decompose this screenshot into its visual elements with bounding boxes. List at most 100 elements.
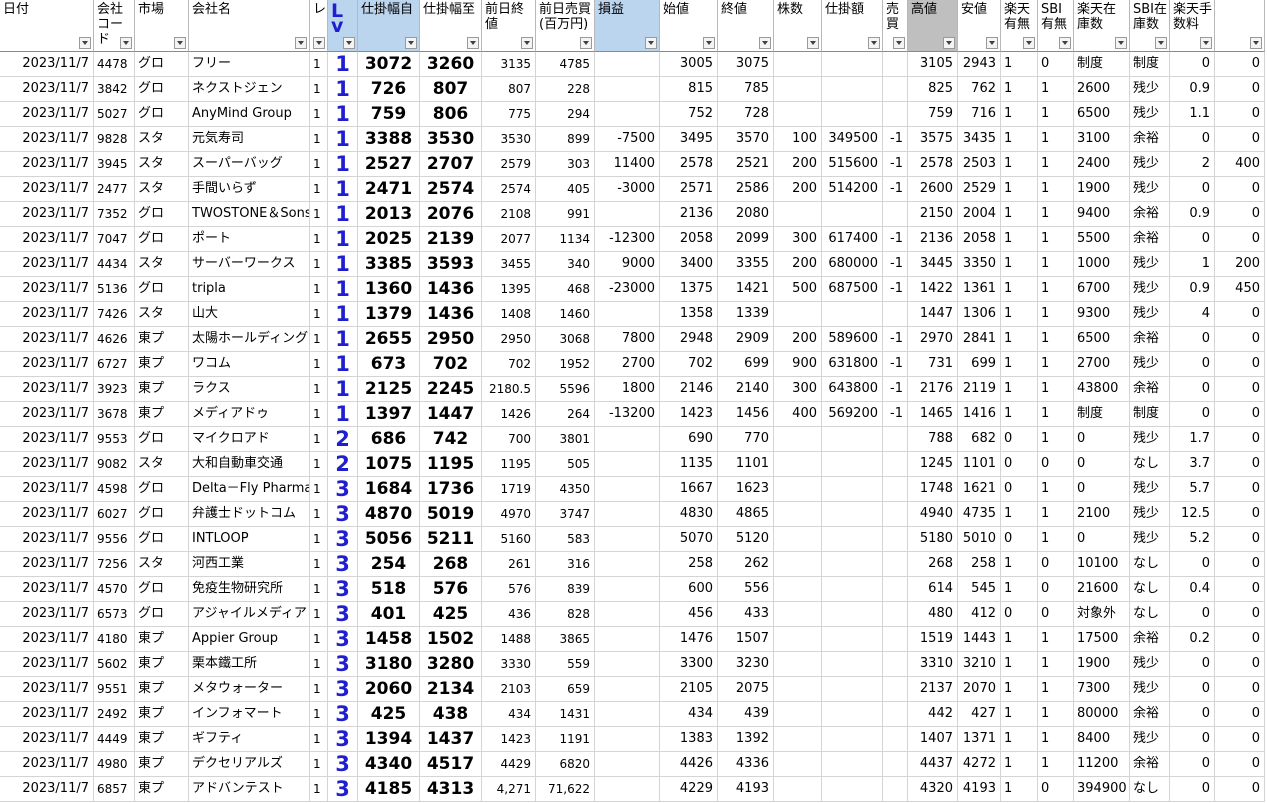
cell-from[interactable]: 4185	[358, 777, 420, 802]
cell-sbi[interactable]: 1	[1038, 327, 1074, 352]
cell-vol[interactable]: 4785	[536, 52, 595, 77]
cell-sbistock[interactable]: 残少	[1130, 77, 1170, 102]
cell-fee2[interactable]: 0	[1215, 127, 1265, 152]
cell-shares[interactable]	[774, 102, 822, 127]
cell-from[interactable]: 686	[358, 427, 420, 452]
cell-shares[interactable]	[774, 777, 822, 802]
cell-bs[interactable]	[883, 602, 908, 627]
cell-pl[interactable]	[595, 627, 660, 652]
cell-fee2[interactable]: 0	[1215, 102, 1265, 127]
cell-date[interactable]: 2023/11/7	[0, 352, 94, 377]
dropdown-filter-icon[interactable]	[943, 37, 955, 49]
cell-code[interactable]: 5027	[94, 102, 135, 127]
cell-open[interactable]: 752	[660, 102, 718, 127]
cell-market[interactable]: グロ	[135, 502, 189, 527]
cell-rak[interactable]: 1	[1001, 127, 1038, 152]
cell-fee1[interactable]: 0.9	[1170, 277, 1215, 302]
cell-close[interactable]: 785	[718, 77, 774, 102]
cell-sbistock[interactable]: なし	[1130, 577, 1170, 602]
cell-open[interactable]: 1358	[660, 302, 718, 327]
cell-prev[interactable]: 4970	[482, 502, 536, 527]
cell-fee2[interactable]: 0	[1215, 452, 1265, 477]
cell-pl[interactable]	[595, 77, 660, 102]
cell-amount[interactable]: 631800	[822, 352, 883, 377]
cell-date[interactable]: 2023/11/7	[0, 277, 94, 302]
cell-rakstock[interactable]: 394900	[1074, 777, 1130, 802]
cell-sbistock[interactable]: 残少	[1130, 427, 1170, 452]
cell-prev[interactable]: 1408	[482, 302, 536, 327]
cell-fee2[interactable]: 0	[1215, 477, 1265, 502]
cell-date[interactable]: 2023/11/7	[0, 402, 94, 427]
cell-name[interactable]: メタウォーター	[189, 677, 310, 702]
cell-re[interactable]: 1	[310, 502, 328, 527]
cell-from[interactable]: 1458	[358, 627, 420, 652]
cell-code[interactable]: 6573	[94, 602, 135, 627]
cell-bs[interactable]	[883, 452, 908, 477]
cell-market[interactable]: 東プ	[135, 652, 189, 677]
cell-close[interactable]: 5120	[718, 527, 774, 552]
cell-date[interactable]: 2023/11/7	[0, 602, 94, 627]
cell-name[interactable]: AnyMind Group	[189, 102, 310, 127]
cell-prev[interactable]: 3135	[482, 52, 536, 77]
cell-fee2[interactable]: 0	[1215, 502, 1265, 527]
cell-re[interactable]: 1	[310, 477, 328, 502]
cell-lv[interactable]: 1	[328, 152, 358, 177]
cell-rak[interactable]: 1	[1001, 77, 1038, 102]
cell-fee1[interactable]: 0	[1170, 227, 1215, 252]
cell-re[interactable]: 1	[310, 702, 328, 727]
cell-high[interactable]: 2578	[908, 152, 958, 177]
cell-fee1[interactable]: 0	[1170, 552, 1215, 577]
cell-fee1[interactable]: 1.7	[1170, 427, 1215, 452]
cell-vol[interactable]: 405	[536, 177, 595, 202]
cell-rak[interactable]: 1	[1001, 302, 1038, 327]
cell-prev[interactable]: 4,271	[482, 777, 536, 802]
cell-sbi[interactable]: 1	[1038, 652, 1074, 677]
cell-lv[interactable]: 2	[328, 427, 358, 452]
cell-fee1[interactable]: 1	[1170, 252, 1215, 277]
cell-fee2[interactable]: 400	[1215, 152, 1265, 177]
cell-high[interactable]: 2176	[908, 377, 958, 402]
cell-prev[interactable]: 1488	[482, 627, 536, 652]
cell-sbi[interactable]: 1	[1038, 152, 1074, 177]
cell-open[interactable]: 1423	[660, 402, 718, 427]
cell-from[interactable]: 2025	[358, 227, 420, 252]
cell-code[interactable]: 4626	[94, 327, 135, 352]
cell-from[interactable]: 1684	[358, 477, 420, 502]
cell-rakstock[interactable]: 0	[1074, 527, 1130, 552]
cell-rakstock[interactable]: 制度	[1074, 52, 1130, 77]
cell-sbistock[interactable]: 余裕	[1130, 377, 1170, 402]
cell-close[interactable]: 4193	[718, 777, 774, 802]
cell-code[interactable]: 3678	[94, 402, 135, 427]
cell-to[interactable]: 268	[420, 552, 482, 577]
cell-sbistock[interactable]: 制度	[1130, 52, 1170, 77]
cell-market[interactable]: グロ	[135, 77, 189, 102]
cell-sbistock[interactable]: 余裕	[1130, 752, 1170, 777]
cell-shares[interactable]: 900	[774, 352, 822, 377]
cell-name[interactable]: 大和自動車交通	[189, 452, 310, 477]
cell-code[interactable]: 4980	[94, 752, 135, 777]
cell-market[interactable]: グロ	[135, 527, 189, 552]
cell-amount[interactable]	[822, 652, 883, 677]
dropdown-filter-icon[interactable]	[405, 37, 417, 49]
cell-rak[interactable]: 1	[1001, 777, 1038, 802]
cell-bs[interactable]	[883, 477, 908, 502]
cell-amount[interactable]: 687500	[822, 277, 883, 302]
cell-date[interactable]: 2023/11/7	[0, 302, 94, 327]
cell-pl[interactable]	[595, 477, 660, 502]
cell-low[interactable]: 1443	[958, 627, 1001, 652]
cell-re[interactable]: 1	[310, 752, 328, 777]
cell-re[interactable]: 1	[310, 552, 328, 577]
cell-shares[interactable]	[774, 52, 822, 77]
cell-rak[interactable]: 1	[1001, 277, 1038, 302]
cell-close[interactable]: 1392	[718, 727, 774, 752]
cell-rakstock[interactable]: 11200	[1074, 752, 1130, 777]
cell-open[interactable]: 258	[660, 552, 718, 577]
cell-code[interactable]: 7047	[94, 227, 135, 252]
cell-high[interactable]: 1245	[908, 452, 958, 477]
cell-vol[interactable]: 228	[536, 77, 595, 102]
cell-vol[interactable]: 1191	[536, 727, 595, 752]
column-header-shares[interactable]: 株数	[774, 0, 822, 52]
cell-high[interactable]: 2136	[908, 227, 958, 252]
cell-open[interactable]: 2058	[660, 227, 718, 252]
cell-low[interactable]: 2058	[958, 227, 1001, 252]
